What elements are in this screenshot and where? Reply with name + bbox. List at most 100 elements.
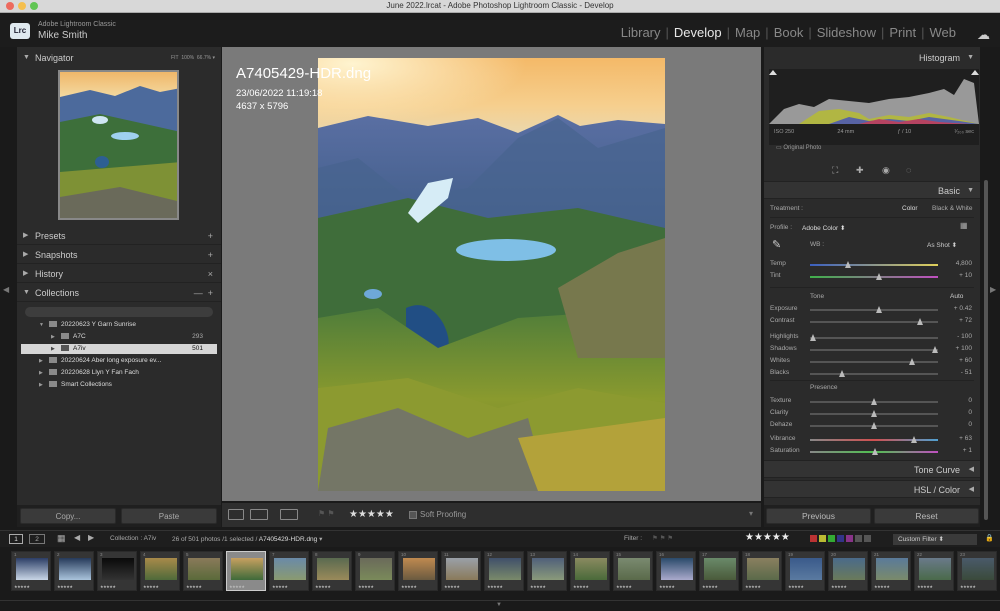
paste-settings-button[interactable]: Paste (121, 508, 217, 524)
filmstrip-thumb[interactable]: 23 ★★★★★ (957, 551, 997, 591)
navigator-header[interactable]: ▼ Navigator FIT 100% 66.7% ▾ (17, 49, 221, 67)
slider-knob[interactable] (917, 318, 924, 325)
filmstrip-thumb[interactable]: 20 ★★★★★ (828, 551, 868, 591)
slider-value[interactable]: + 60 (942, 357, 972, 364)
soft-proofing-checkbox[interactable] (409, 511, 417, 519)
slider-blacks[interactable] (810, 370, 938, 377)
filmstrip-thumb[interactable]: 18 ★★★★★ (742, 551, 782, 591)
filmstrip-thumb[interactable]: 8 ★★★★★ (312, 551, 352, 591)
snapshots-header[interactable]: ▶ Snapshots + (17, 246, 221, 264)
slider-exposure[interactable] (810, 306, 938, 313)
cloud-sync-icon[interactable]: ☁ (977, 27, 990, 43)
slider-knob[interactable] (876, 306, 883, 313)
filmstrip-toggle-icon[interactable]: ▼ (496, 602, 502, 608)
slider-knob[interactable] (809, 334, 816, 341)
module-book[interactable]: Book (770, 25, 808, 40)
star-rating[interactable]: ★★★★★ (349, 509, 394, 520)
filmstrip-thumb[interactable]: 14 ★★★★★ (570, 551, 610, 591)
masking-tool-icon[interactable]: ◌ (906, 165, 911, 175)
primary-window-button[interactable]: 1 (9, 534, 23, 544)
module-develop[interactable]: Develop (670, 25, 726, 40)
previous-button[interactable]: Previous (766, 508, 871, 524)
slider-value[interactable]: 4,800 (942, 260, 972, 267)
slider-knob[interactable] (845, 261, 852, 268)
clear-history-icon[interactable]: × (208, 265, 213, 283)
slider-knob[interactable] (909, 358, 916, 365)
module-library[interactable]: Library (617, 25, 665, 40)
collection-search-input[interactable] (25, 307, 213, 317)
slider-value[interactable]: - 51 (942, 369, 972, 376)
before-after-icon[interactable] (250, 509, 268, 520)
filmstrip-thumb[interactable]: 9 ★★★★★ (355, 551, 395, 591)
slider-value[interactable]: + 72 (942, 317, 972, 324)
filmstrip-thumb[interactable]: 15 ★★★★★ (613, 551, 653, 591)
slider-value[interactable]: + 1 (942, 447, 972, 454)
slider-highlights[interactable] (809, 334, 938, 341)
filmstrip-thumb[interactable]: 3 ★★★★★ (97, 551, 137, 591)
loupe-view-icon[interactable] (228, 509, 244, 520)
module-web[interactable]: Web (926, 25, 961, 40)
collection-actions-icon[interactable]: — + (194, 284, 213, 302)
filmstrip-thumb[interactable]: 12 ★★★★★ (484, 551, 524, 591)
slider-value[interactable]: + 100 (942, 345, 972, 352)
filmstrip-thumb[interactable]: 1 ★★★★★ (11, 551, 51, 591)
hsl-header[interactable]: HSL / Color ◀ (764, 480, 980, 498)
slider-knob[interactable] (872, 448, 879, 455)
crop-tool-icon[interactable]: ⛶ (832, 165, 838, 176)
collection-row[interactable]: ▶ A7C 293 (21, 332, 217, 342)
filter-lock-icon[interactable]: 🔒 (985, 534, 994, 542)
slider-knob[interactable] (932, 346, 939, 353)
profile-dropdown[interactable]: Adobe Color ⬍ (802, 224, 845, 232)
flag-filter-icons[interactable]: ⚑ ⚑ ⚑ (652, 534, 673, 542)
slider-texture[interactable] (810, 398, 938, 405)
module-print[interactable]: Print (885, 25, 920, 40)
back-arrow-icon[interactable]: ◀ (74, 533, 80, 542)
slider-tint[interactable] (810, 273, 938, 280)
filmstrip-thumb-selected[interactable]: 6 ★★★★★ (226, 551, 266, 591)
history-header[interactable]: ▶ History × (17, 265, 221, 283)
color-label-filter[interactable] (810, 535, 871, 542)
slider-clarity[interactable] (810, 410, 938, 417)
filmstrip-thumb[interactable]: 22 ★★★★★ (914, 551, 954, 591)
filmstrip-thumb[interactable]: 4 ★★★★★ (140, 551, 180, 591)
star-filter[interactable]: ★★★★★ (745, 532, 790, 543)
slider-knob[interactable] (871, 422, 877, 429)
collection-row-selected[interactable]: ▶ A7iv 501 (21, 344, 217, 354)
tone-curve-header[interactable]: Tone Curve ◀ (764, 460, 980, 478)
slider-dehaze[interactable] (810, 422, 938, 429)
grid-view-icon[interactable]: ▦ (57, 533, 66, 544)
slider-contrast[interactable] (810, 318, 938, 325)
presets-header[interactable]: ▶ Presets + (17, 227, 221, 245)
filmstrip-thumb[interactable]: 21 ★★★★★ (871, 551, 911, 591)
slider-saturation[interactable] (810, 448, 938, 455)
module-slideshow[interactable]: Slideshow (813, 25, 880, 40)
filmstrip-thumb[interactable]: 7 ★★★★★ (269, 551, 309, 591)
collection-row[interactable]: ▶ 20220628 Llyn Y Fan Fach (21, 368, 217, 378)
navigator-preview[interactable] (58, 70, 179, 220)
custom-filter-dropdown[interactable]: Custom Filter ⬍ (893, 534, 977, 545)
wb-preset-dropdown[interactable]: As Shot ⬍ (927, 241, 957, 249)
reset-button[interactable]: Reset (874, 508, 979, 524)
red-eye-tool-icon[interactable]: ◉ (882, 165, 890, 176)
filmstrip-thumb[interactable]: 16 ★★★★★ (656, 551, 696, 591)
slider-vibrance[interactable] (810, 436, 938, 443)
main-photo[interactable] (318, 58, 665, 491)
slider-temp[interactable] (810, 261, 938, 268)
filmstrip-thumb[interactable]: 2 ★★★★★ (54, 551, 94, 591)
filmstrip-thumb[interactable]: 10 ★★★★★ (398, 551, 438, 591)
basic-section-header[interactable]: Basic ▼ (764, 181, 980, 199)
module-map[interactable]: Map (731, 25, 764, 40)
image-viewer[interactable]: A7405429-HDR.dng 23/06/2022 11:19:18 463… (222, 47, 761, 501)
slider-knob[interactable] (871, 410, 877, 417)
add-preset-icon[interactable]: + (208, 227, 213, 245)
copy-settings-button[interactable]: Copy... (20, 508, 116, 524)
secondary-window-button[interactable]: 2 (29, 534, 45, 544)
filmstrip-source[interactable]: Collection : A7iv (110, 535, 156, 542)
slider-value[interactable]: 0 (942, 409, 972, 416)
slider-shadows[interactable] (810, 346, 939, 353)
slider-value[interactable]: + 63 (942, 435, 972, 442)
collection-row[interactable]: ▶ Smart Collections (21, 380, 217, 390)
before-after-swap-icon[interactable] (280, 509, 298, 520)
histogram-header[interactable]: Histogram ▼ (764, 49, 980, 67)
slider-value[interactable]: 0 (942, 421, 972, 428)
